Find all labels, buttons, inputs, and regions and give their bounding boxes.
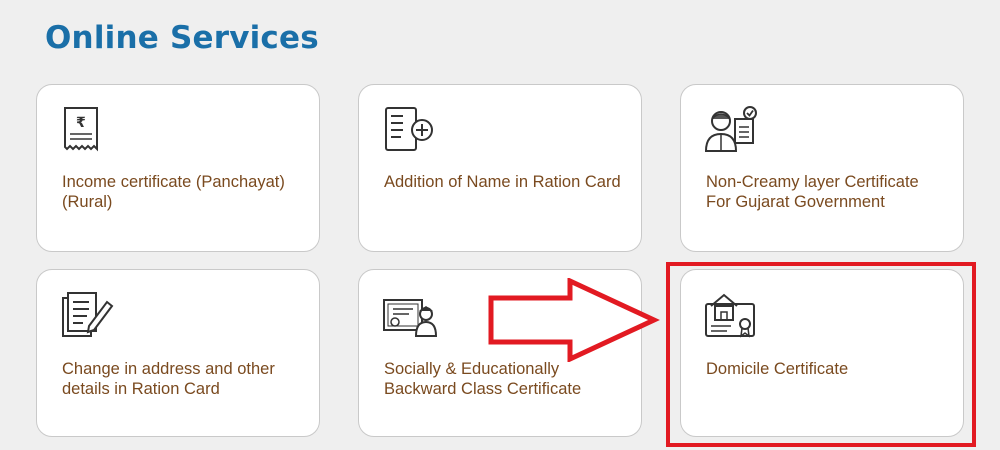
red-arrow-annotation: [488, 278, 660, 362]
highlight-box: [666, 262, 976, 447]
rupee-receipt-icon: ₹: [64, 107, 98, 152]
edit-document-icon: [62, 292, 114, 337]
service-label: Non-Creamy layer Certificate For Gujarat…: [706, 173, 919, 211]
service-label: Addition of Name in Ration Card: [384, 173, 621, 191]
service-card-addition-of-name[interactable]: Addition of Name in Ration Card: [358, 84, 642, 252]
service-label: Change in address and other details in R…: [62, 360, 275, 398]
svg-text:₹: ₹: [76, 115, 86, 131]
person-with-document-icon: [704, 106, 757, 152]
page-title: Online Services: [45, 20, 319, 56]
service-card-non-creamy-layer[interactable]: Non-Creamy layer Certificate For Gujarat…: [680, 84, 964, 252]
service-label: Socially & Educationally Backward Class …: [384, 360, 582, 398]
service-card-change-in-address[interactable]: Change in address and other details in R…: [36, 269, 320, 437]
certificate-person-icon: [383, 299, 437, 337]
service-label: Income certificate (Panchayat) (Rural): [62, 173, 285, 211]
add-document-icon: [385, 107, 433, 151]
service-card-income-certificate[interactable]: ₹ Income certificate (Panchayat) (Rural): [36, 84, 320, 252]
